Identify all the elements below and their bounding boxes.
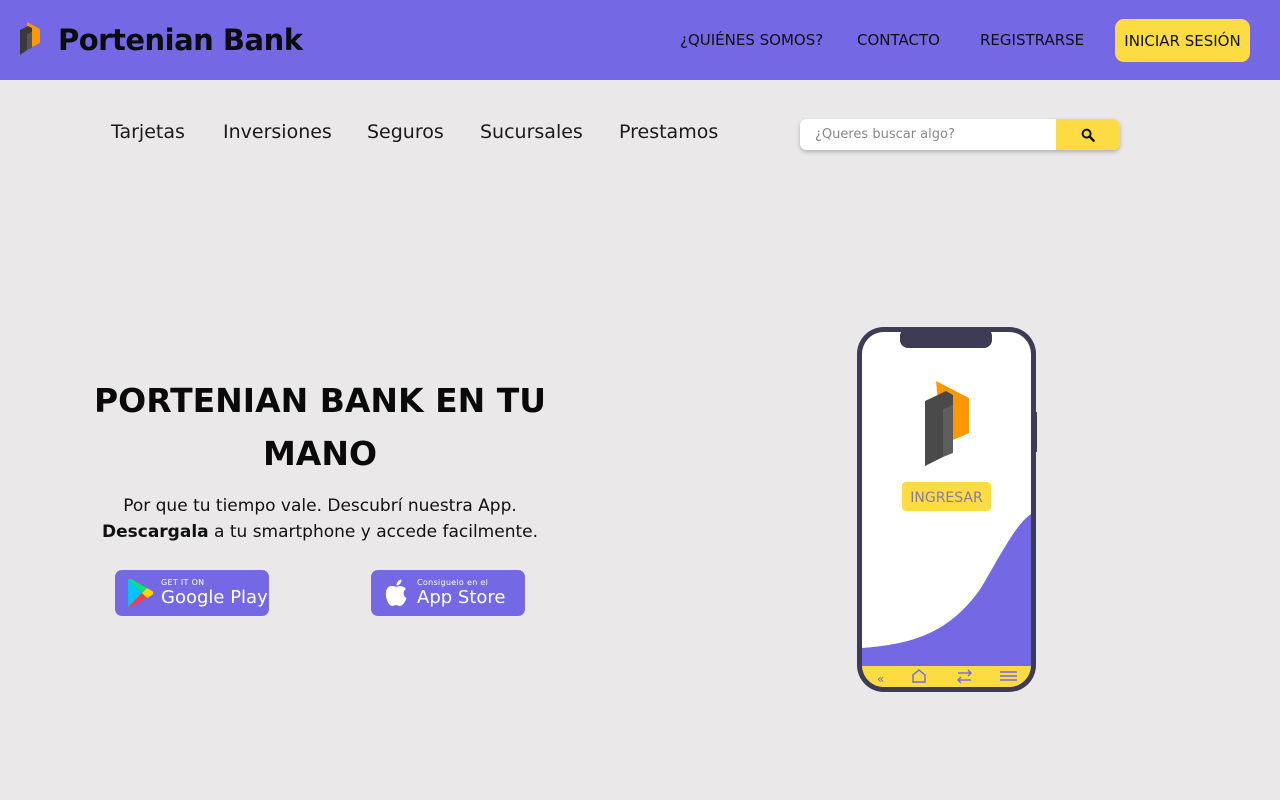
subnav-item-inversiones[interactable]: Inversiones [223,121,332,143]
google-play-big-text: Google Play [161,587,268,608]
nav-link-contacto[interactable]: CONTACTO [857,0,940,80]
search-icon [1081,128,1095,142]
brand-name: Portenian Bank [58,23,303,57]
subnav-item-tarjetas[interactable]: Tarjetas [111,121,185,143]
top-header: Portenian Bank ¿QUIÉNES SOMOS? CONTACTO … [0,0,1280,80]
google-play-icon [125,578,155,608]
google-play-small-text: GET IT ON [161,578,205,587]
hero-line-2: a tu smartphone y accede facilmente. [208,522,538,542]
login-button[interactable]: INICIAR SESIÓN [1115,19,1250,62]
google-play-button[interactable]: GET IT ON Google Play [115,570,269,616]
hero-title: PORTENIAN BANK EN TU MANO [93,381,547,473]
subnav-item-prestamos[interactable]: Prestamos [619,121,718,143]
phone-ingresar-label: INGRESAR [910,490,983,506]
nav-link-registrarse[interactable]: REGISTRARSE [980,0,1084,80]
subnav-item-sucursales[interactable]: Sucursales [480,121,583,143]
nav-link-quienes-somos[interactable]: ¿QUIÉNES SOMOS? [680,0,823,80]
apple-icon [381,578,411,608]
app-store-button[interactable]: Consiguelo en el App Store [371,570,525,616]
logo-icon [20,22,40,55]
search-input[interactable] [800,119,1056,150]
brand[interactable]: Portenian Bank [18,20,303,60]
hero-line-1: Por que tu tiempo vale. Descubrí nuestra… [123,496,517,516]
hero-bold-word: Descargala [101,522,209,542]
hero-description: Por que tu tiempo vale. Descubrí nuestra… [70,493,570,545]
search-button[interactable] [1056,119,1120,150]
app-store-big-text: App Store [417,587,506,608]
search-box [800,119,1120,150]
subnav-item-seguros[interactable]: Seguros [367,121,444,143]
app-store-small-text: Consiguelo en el [417,578,489,587]
phone-back-icon: « [877,672,884,686]
phone-illustration: INGRESAR « [857,327,1037,692]
